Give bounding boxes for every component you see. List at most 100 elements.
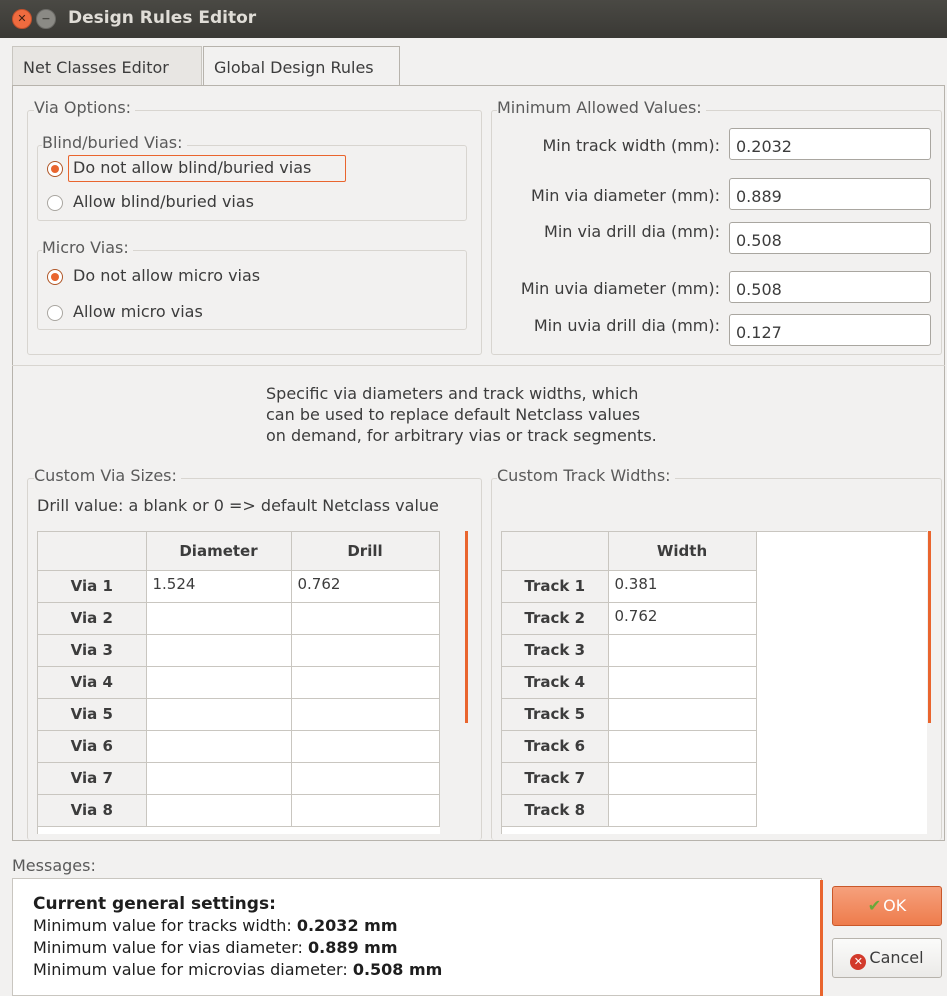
row-header[interactable]: Via 6 (38, 730, 147, 763)
checkmark-icon: ✔ (867, 896, 882, 915)
drill-cell[interactable] (291, 634, 440, 667)
diameter-cell[interactable] (146, 666, 292, 699)
radio-allow-blind-vias-label[interactable]: Allow blind/buried vias (73, 192, 254, 211)
row-header[interactable]: Via 8 (38, 794, 147, 827)
via-sizes-grid[interactable]: Diameter Drill Via 1 1.524 0.762 Via 2 V… (37, 531, 440, 834)
diameter-cell[interactable]: 1.524 (146, 570, 292, 603)
drill-cell[interactable] (291, 794, 440, 827)
tab-global-design-rules[interactable]: Global Design Rules (203, 46, 400, 86)
row-header[interactable]: Track 4 (502, 666, 609, 699)
width-cell[interactable]: 0.381 (608, 570, 757, 603)
width-cell[interactable] (608, 762, 757, 795)
width-cell[interactable] (608, 730, 757, 763)
row-header[interactable]: Via 2 (38, 602, 147, 635)
width-cell[interactable] (608, 698, 757, 731)
message-value: 0.508 mm (352, 960, 443, 979)
diameter-cell[interactable] (146, 634, 292, 667)
min-uvia-drill-input[interactable]: 0.127 (729, 314, 931, 346)
row-header[interactable]: Via 4 (38, 666, 147, 699)
table-row: Track 2 0.762 (502, 602, 757, 635)
row-header[interactable]: Track 1 (502, 570, 609, 603)
col-header-diameter[interactable]: Diameter (146, 532, 292, 571)
message-line: Minimum value for tracks width: 0.2032 m… (33, 915, 821, 937)
width-cell[interactable]: 0.762 (608, 602, 757, 635)
min-via-drill-label: Min via drill dia (mm): (544, 222, 720, 241)
tab-net-classes-editor[interactable]: Net Classes Editor (12, 46, 202, 86)
table-row: Via 4 (38, 666, 440, 699)
cancel-button-label: Cancel (869, 948, 924, 967)
diameter-cell[interactable] (146, 762, 292, 795)
radio-allow-blind-vias[interactable] (47, 195, 63, 211)
message-value: 0.2032 mm (296, 916, 398, 935)
row-header[interactable]: Via 7 (38, 762, 147, 795)
drill-cell[interactable] (291, 602, 440, 635)
radio-no-micro-vias-label[interactable]: Do not allow micro vias (73, 266, 260, 285)
col-header-drill[interactable]: Drill (291, 532, 440, 571)
close-window-icon[interactable]: ✕ (12, 9, 32, 29)
row-header[interactable]: Via 3 (38, 634, 147, 667)
width-cell[interactable] (608, 666, 757, 699)
table-row: Via 5 (38, 698, 440, 731)
drill-cell[interactable] (291, 666, 440, 699)
custom-track-title: Custom Track Widths: (497, 466, 675, 485)
table-row: Via 2 (38, 602, 440, 635)
min-track-width-input[interactable]: 0.2032 (729, 128, 931, 160)
radio-allow-micro-vias-label[interactable]: Allow micro vias (73, 302, 203, 321)
radio-no-blind-vias-label[interactable]: Do not allow blind/buried vias (73, 158, 311, 177)
ok-button[interactable]: ✔ OK (832, 886, 942, 926)
track-widths-grid[interactable]: Width Track 1 0.381 Track 2 0.762 Track … (501, 531, 927, 834)
grid-corner (502, 532, 609, 571)
table-row: Via 6 (38, 730, 440, 763)
description-text: Specific via diameters and track widths,… (266, 383, 746, 446)
track-grid-scrollbar[interactable] (928, 531, 931, 723)
minimize-window-icon[interactable]: − (36, 9, 56, 29)
width-cell[interactable] (608, 634, 757, 667)
window-title: Design Rules Editor (68, 8, 257, 28)
radio-allow-micro-vias[interactable] (47, 305, 63, 321)
via-grid-scrollbar[interactable] (465, 531, 468, 723)
messages-label: Messages: (12, 856, 96, 875)
min-uvia-drill-label: Min uvia drill dia (mm): (533, 316, 720, 335)
messages-panel[interactable]: Current general settings: Minimum value … (12, 878, 822, 996)
messages-scrollbar[interactable] (820, 880, 823, 996)
row-header[interactable]: Via 1 (38, 570, 147, 603)
diameter-cell[interactable] (146, 698, 292, 731)
drill-cell[interactable] (291, 730, 440, 763)
min-values-title: Minimum Allowed Values: (497, 98, 706, 117)
drill-cell[interactable]: 0.762 (291, 570, 440, 603)
drill-cell[interactable] (291, 698, 440, 731)
table-row: Via 3 (38, 634, 440, 667)
diameter-cell[interactable] (146, 602, 292, 635)
message-text: Minimum value for tracks width: (33, 916, 297, 935)
grid-corner (38, 532, 147, 571)
drill-cell[interactable] (291, 762, 440, 795)
row-header[interactable]: Via 5 (38, 698, 147, 731)
row-header[interactable]: Track 2 (502, 602, 609, 635)
separator (12, 365, 945, 366)
min-uvia-diameter-input[interactable]: 0.508 (729, 271, 931, 303)
message-text: Minimum value for vias diameter: (33, 938, 308, 957)
message-text: Minimum value for microvias diameter: (33, 960, 353, 979)
table-row: Track 1 0.381 (502, 570, 757, 603)
row-header[interactable]: Track 6 (502, 730, 609, 763)
table-row: Via 1 1.524 0.762 (38, 570, 440, 603)
row-header[interactable]: Track 3 (502, 634, 609, 667)
row-header[interactable]: Track 5 (502, 698, 609, 731)
width-cell[interactable] (608, 794, 757, 827)
blind-buried-title: Blind/buried Vias: (42, 133, 187, 152)
col-header-width[interactable]: Width (608, 532, 757, 571)
min-via-diameter-input[interactable]: 0.889 (729, 178, 931, 210)
table-row: Track 8 (502, 794, 757, 827)
row-header[interactable]: Track 8 (502, 794, 609, 827)
description-line-1: Specific via diameters and track widths,… (266, 384, 639, 403)
radio-no-blind-vias[interactable] (47, 161, 63, 177)
diameter-cell[interactable] (146, 794, 292, 827)
description-line-3: on demand, for arbitrary vias or track s… (266, 426, 657, 445)
min-track-width-label: Min track width (mm): (542, 136, 720, 155)
table-row: Track 6 (502, 730, 757, 763)
diameter-cell[interactable] (146, 730, 292, 763)
row-header[interactable]: Track 7 (502, 762, 609, 795)
cancel-button[interactable]: ✕ Cancel (832, 938, 942, 978)
min-via-drill-input[interactable]: 0.508 (729, 222, 931, 254)
radio-no-micro-vias[interactable] (47, 269, 63, 285)
